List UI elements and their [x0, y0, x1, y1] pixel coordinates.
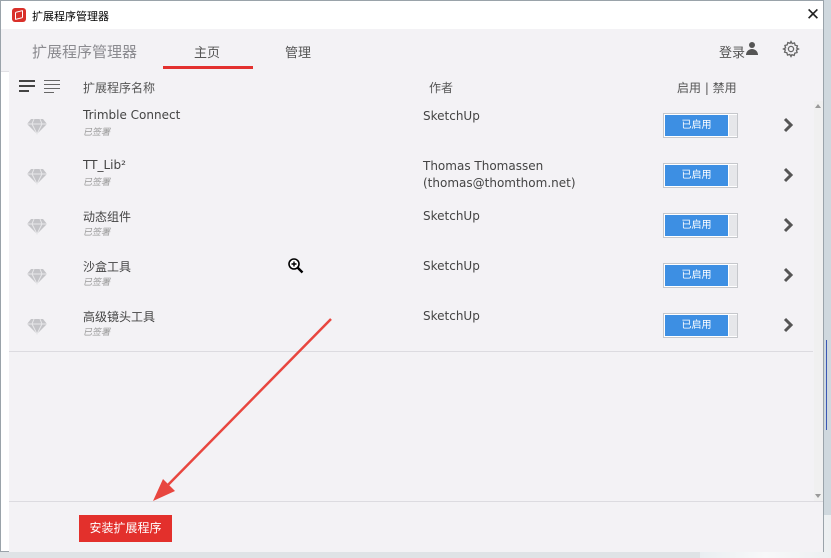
- install-extension-button[interactable]: 安装扩展程序: [79, 515, 172, 542]
- enable-toggle[interactable]: 已启用: [663, 163, 738, 188]
- chevron-right-icon[interactable]: [780, 317, 796, 333]
- toggle-enabled-label: 已启用: [665, 215, 728, 236]
- gem-icon: [27, 118, 47, 135]
- extension-row[interactable]: TT_Lib² 已签署 Thomas Thomassen (thomas@tho…: [9, 151, 813, 202]
- extension-name: 高级镜头工具: [83, 310, 156, 324]
- toggle-knob: [729, 215, 737, 236]
- extension-name: Trimble Connect: [83, 108, 181, 122]
- background-line: [826, 340, 831, 430]
- user-icon[interactable]: [746, 42, 758, 55]
- nav-title: 扩展程序管理器: [32, 43, 138, 61]
- extension-manager-window: 扩展程序管理器 ✕ 扩展程序管理器 主页 管理 登录 扩展程序名称 作者 启用 …: [0, 0, 824, 552]
- footer: 安装扩展程序: [9, 501, 823, 552]
- toggle-enabled-label: 已启用: [665, 315, 728, 336]
- toggle-knob: [729, 115, 737, 136]
- extension-row[interactable]: Trimble Connect 已签署 SketchUp 已启用: [9, 101, 813, 152]
- vertical-scrollbar[interactable]: [814, 101, 823, 501]
- extension-name: 沙盒工具: [83, 260, 132, 274]
- titlebar: 扩展程序管理器 ✕: [1, 1, 823, 29]
- toggle-knob: [729, 165, 737, 186]
- author-name: Thomas Thomassen: [423, 159, 544, 173]
- extension-row[interactable]: 动态组件 已签署 SketchUp 已启用: [9, 201, 813, 252]
- gem-icon: [27, 218, 47, 235]
- signed-status: 已签署: [83, 178, 111, 188]
- signed-status: 已签署: [83, 128, 111, 138]
- tab-home[interactable]: 主页: [194, 42, 220, 61]
- zoom-cursor-icon: [288, 258, 304, 274]
- collapse-all-icon[interactable]: [44, 78, 62, 94]
- sketchup-app-icon: [12, 8, 26, 22]
- toggle-enabled-label: 已启用: [665, 265, 728, 286]
- extension-author: SketchUp: [423, 108, 480, 125]
- extension-row[interactable]: 沙盒工具 已签署 SketchUp 已启用: [9, 251, 813, 302]
- extension-row[interactable]: 高级镜头工具 已签署 SketchUp 已启用: [9, 301, 813, 352]
- gem-icon: [27, 268, 47, 285]
- extension-author: SketchUp: [423, 258, 480, 275]
- author-name: SketchUp: [423, 309, 480, 323]
- extension-name: 动态组件: [83, 210, 132, 224]
- gear-icon[interactable]: [782, 40, 800, 58]
- chevron-right-icon[interactable]: [780, 167, 796, 183]
- toggle-knob: [729, 315, 737, 336]
- toggle-enabled-label: 已启用: [665, 115, 728, 136]
- navbar: 扩展程序管理器 主页 管理 登录: [1, 29, 823, 72]
- enable-toggle[interactable]: 已启用: [663, 113, 738, 138]
- gem-icon: [27, 318, 47, 335]
- signed-status: 已签署: [83, 228, 111, 238]
- close-button[interactable]: ✕: [803, 4, 823, 26]
- chevron-right-icon[interactable]: [780, 267, 796, 283]
- background-window-edge: [823, 0, 831, 558]
- gem-icon: [27, 168, 47, 185]
- chevron-right-icon[interactable]: [780, 217, 796, 233]
- author-name: SketchUp: [423, 109, 480, 123]
- toggle-knob: [729, 265, 737, 286]
- column-author-header[interactable]: 作者: [429, 79, 453, 96]
- chevron-right-icon[interactable]: [780, 117, 796, 133]
- extension-author: SketchUp: [423, 208, 480, 225]
- author-name: SketchUp: [423, 209, 480, 223]
- toggle-enabled-label: 已启用: [665, 165, 728, 186]
- signed-status: 已签署: [83, 278, 111, 288]
- extension-author: SketchUp: [423, 308, 480, 325]
- extension-list: Trimble Connect 已签署 SketchUp 已启用 TT_Lib²…: [9, 101, 823, 501]
- window-title: 扩展程序管理器: [32, 10, 109, 23]
- extension-name: TT_Lib²: [83, 158, 126, 172]
- column-header-row: 扩展程序名称 作者 启用 | 禁用: [9, 71, 823, 102]
- scroll-down-icon[interactable]: [815, 494, 821, 498]
- enable-toggle[interactable]: 已启用: [663, 213, 738, 238]
- signed-status: 已签署: [83, 328, 111, 338]
- extension-author: Thomas Thomassen (thomas@thomthom.net): [423, 158, 576, 192]
- author-name: SketchUp: [423, 259, 480, 273]
- active-tab-indicator: [163, 66, 253, 69]
- tab-manage[interactable]: 管理: [285, 42, 311, 61]
- login-link[interactable]: 登录: [719, 42, 745, 61]
- enable-toggle[interactable]: 已启用: [663, 263, 738, 288]
- enable-toggle[interactable]: 已启用: [663, 313, 738, 338]
- author-email: (thomas@thomthom.net): [423, 176, 576, 190]
- expand-all-icon[interactable]: [19, 78, 37, 94]
- column-toggle-header: 启用 | 禁用: [677, 81, 737, 95]
- scroll-up-icon[interactable]: [815, 104, 821, 108]
- column-name-header[interactable]: 扩展程序名称: [83, 79, 155, 96]
